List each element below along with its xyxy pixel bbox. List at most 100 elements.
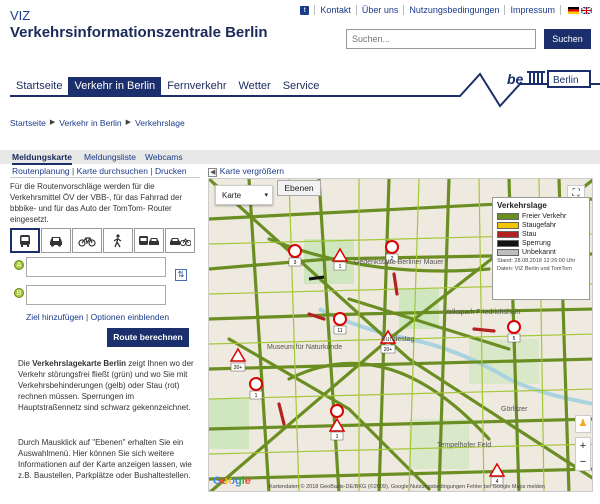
link-routenplanung[interactable]: Routenplanung bbox=[12, 166, 70, 176]
breadcrumb-startseite[interactable]: Startseite bbox=[10, 118, 46, 128]
content-tabs: Meldungskarte Meldungsliste Webcams bbox=[0, 150, 600, 165]
breadcrumb-verkehr[interactable]: Verkehr in Berlin bbox=[59, 118, 121, 128]
brand-abbreviation[interactable]: VIZ bbox=[10, 8, 30, 23]
map-place-label: Bundestag bbox=[381, 336, 415, 343]
breadcrumb-verkehrslage[interactable]: Verkehrslage bbox=[135, 118, 185, 128]
map-attribution[interactable]: Kartendaten © 2018 GeoBasis-DE/BKG (©200… bbox=[269, 484, 545, 490]
pedestrian-icon[interactable] bbox=[103, 228, 133, 253]
legend-timestamp: Stand: 28.08.2018 12:26:00 Uhr bbox=[497, 258, 576, 264]
divider bbox=[10, 177, 200, 178]
map-description: Die Verkehrslagekarte Berlin zeigt Ihnen… bbox=[18, 358, 196, 413]
tab-service[interactable]: Service bbox=[277, 77, 326, 95]
legend-source: Daten: VIZ Berlin und TomTom bbox=[497, 266, 572, 272]
link-drucken[interactable]: Drucken bbox=[155, 166, 187, 176]
destination-input[interactable] bbox=[26, 285, 166, 305]
zoom-out-button[interactable]: − bbox=[576, 454, 590, 470]
legend-swatch bbox=[497, 231, 519, 238]
sign-label: 1 bbox=[255, 393, 258, 399]
show-options-link[interactable]: Optionen einblenden bbox=[91, 312, 169, 322]
tab-startseite[interactable]: Startseite bbox=[10, 77, 68, 95]
breadcrumb-arrow-icon: ▶ bbox=[125, 119, 132, 126]
route-intro-text: Für die Routenvorschläge werden für die … bbox=[10, 182, 183, 224]
map-type-label: Karte bbox=[222, 191, 242, 200]
link-nutzungsbedingungen[interactable]: Nutzungsbedingungen bbox=[409, 5, 499, 15]
link-ueber-uns[interactable]: Über uns bbox=[362, 5, 399, 15]
car-bicycle-icon[interactable] bbox=[165, 228, 195, 253]
google-logo: Google bbox=[213, 475, 251, 487]
legend-item: Unbekannt bbox=[497, 248, 585, 257]
legend-item: Stau bbox=[497, 230, 585, 239]
tab-wetter[interactable]: Wetter bbox=[232, 77, 276, 95]
map-type-select[interactable]: Karte ▾ bbox=[215, 185, 273, 205]
map-place-label: Tempelhofer Feld bbox=[437, 442, 491, 449]
add-goal-link[interactable]: Ziel hinzufügen bbox=[26, 312, 84, 322]
street-view-pegman-icon[interactable]: ♟ bbox=[575, 415, 591, 433]
link-kontakt[interactable]: Kontakt bbox=[320, 5, 351, 15]
destination-marker-icon: B bbox=[14, 288, 24, 298]
legend-swatch bbox=[497, 240, 519, 247]
enlarge-map-link[interactable]: ◀ Karte vergrößern bbox=[208, 166, 285, 177]
legend-item: Staugefahr bbox=[497, 221, 585, 230]
legend-swatch bbox=[497, 222, 519, 229]
expand-icon: ◀ bbox=[208, 168, 218, 177]
legend-swatch bbox=[497, 249, 519, 256]
site-title[interactable]: Verkehrsinformationszentrale Berlin bbox=[10, 24, 268, 41]
start-marker-icon: A bbox=[14, 260, 24, 270]
map-place-label: Görlitzer bbox=[501, 406, 528, 413]
sign-label: 20+ bbox=[384, 347, 393, 353]
route-options: Ziel hinzufügen | Optionen einblenden bbox=[26, 312, 170, 322]
uk-flag-icon[interactable] bbox=[581, 6, 592, 14]
breadcrumb: Startseite ▶ Verkehr in Berlin ▶ Verkehr… bbox=[10, 118, 185, 128]
swap-route-icon[interactable]: ⇅ bbox=[175, 269, 187, 281]
link-karte-durchsuchen[interactable]: Karte durchsuchen bbox=[77, 166, 148, 176]
search-button[interactable]: Suchen bbox=[544, 29, 591, 49]
tab-webcams[interactable]: Webcams bbox=[145, 152, 183, 162]
car-icon[interactable] bbox=[41, 228, 71, 253]
desc-prefix: Die bbox=[18, 359, 33, 368]
enlarge-map-label: Karte vergrößern bbox=[219, 166, 285, 176]
logo-text: be bbox=[507, 71, 524, 87]
map-sublinks: Routenplanung | Karte durchsuchen | Druc… bbox=[12, 166, 187, 176]
twitter-icon[interactable]: t bbox=[300, 5, 310, 15]
bicycle-icon[interactable] bbox=[72, 228, 102, 253]
german-flag-icon[interactable] bbox=[568, 6, 579, 14]
transport-mode-selector bbox=[10, 228, 196, 253]
top-links: t Kontakt Über uns Nutzungsbedingungen I… bbox=[300, 5, 592, 15]
tab-fernverkehr[interactable]: Fernverkehr bbox=[161, 77, 232, 95]
zoom-control: + − bbox=[575, 437, 591, 471]
legend-item: Freier Verkehr bbox=[497, 212, 585, 221]
start-location-input[interactable] bbox=[26, 257, 166, 277]
legend-item: Sperrung bbox=[497, 239, 585, 248]
legend-title: Verkehrslage bbox=[497, 201, 547, 210]
bus-icon[interactable] bbox=[10, 228, 40, 253]
zoom-in-button[interactable]: + bbox=[576, 438, 590, 454]
legend-swatch bbox=[497, 213, 519, 220]
sign-label: 5 bbox=[513, 336, 516, 342]
calculate-route-button[interactable]: Route berechnen bbox=[107, 328, 189, 347]
layers-description: Durch Mausklick auf "Ebenen" erhalten Si… bbox=[18, 438, 192, 480]
chevron-down-icon: ▾ bbox=[264, 192, 268, 199]
layers-button[interactable]: Ebenen bbox=[277, 180, 321, 196]
nav-underline bbox=[10, 95, 450, 97]
sign-label: 1 bbox=[336, 434, 339, 440]
desc-bold: Verkehrslagekarte Berlin bbox=[32, 359, 127, 368]
traffic-legend: Verkehrslage Freier Verkehr Staugefahr S… bbox=[492, 197, 590, 300]
traffic-map[interactable]: 3 1 2 11 20+ 20+ 1 1 5 4 Gedenkstätte Be… bbox=[208, 178, 593, 492]
map-place-label: Museum für Naturkunde bbox=[267, 344, 342, 351]
sign-label: 11 bbox=[337, 328, 342, 334]
breadcrumb-arrow-icon: ▶ bbox=[49, 119, 56, 126]
tab-verkehr-in-berlin[interactable]: Verkehr in Berlin bbox=[68, 77, 162, 95]
link-impressum[interactable]: Impressum bbox=[510, 5, 555, 15]
sign-label: 20+ bbox=[234, 365, 243, 371]
tab-meldungskarte[interactable]: Meldungskarte bbox=[12, 152, 72, 165]
berlin-logo[interactable]: be Berlin bbox=[505, 67, 591, 91]
tab-meldungsliste[interactable]: Meldungsliste bbox=[84, 152, 136, 162]
search-input[interactable] bbox=[346, 29, 536, 49]
sign-label: 3 bbox=[294, 260, 297, 266]
map-place-label: Volkspark Friedrichshain bbox=[444, 309, 520, 316]
sign-label: 1 bbox=[339, 264, 342, 270]
map-place-label: Gedenkstätte Berliner Mauer bbox=[354, 259, 444, 266]
main-nav: Startseite Verkehr in Berlin Fernverkehr… bbox=[10, 77, 325, 95]
logo-city: Berlin bbox=[553, 75, 579, 86]
bus-car-icon[interactable] bbox=[134, 228, 164, 253]
